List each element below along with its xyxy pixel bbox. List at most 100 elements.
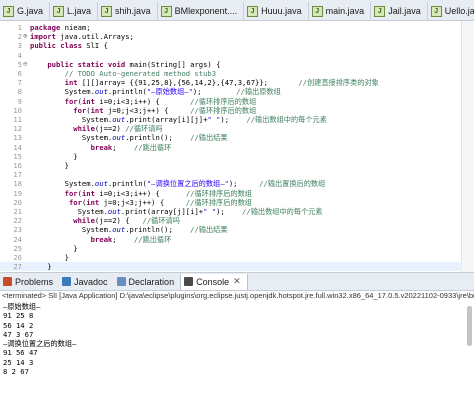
code-text: break; //跳出循环: [30, 143, 172, 152]
code-line[interactable]: 3 public class SlI {: [0, 41, 462, 50]
code-token: .println();: [125, 225, 191, 235]
java-file-icon: J: [53, 5, 65, 17]
code-token: out: [94, 87, 108, 97]
code-token: //循环排序后的数组: [185, 188, 252, 198]
editor-tab[interactable]: Jshih.java: [98, 2, 158, 20]
editor-tab[interactable]: J Jail.java: [371, 2, 428, 20]
close-icon[interactable]: ✕: [233, 276, 241, 287]
editor-tab[interactable]: J L.java: [50, 2, 99, 20]
view-tab[interactable]: Console ✕: [180, 273, 248, 290]
code-line[interactable]: 14 break; //跳出循环: [0, 143, 462, 152]
line-number: 26: [13, 253, 22, 262]
code-token: //输出结果: [190, 225, 228, 235]
editor-tab[interactable]: J G.java: [0, 2, 51, 20]
code-token: int: [90, 105, 104, 115]
code-text: System.out.println("—原始数组—"); //输出原数组: [30, 87, 281, 96]
code-text: System.out.println(); //输出结果: [30, 133, 228, 142]
console-scrollbar[interactable]: [467, 306, 472, 346]
code-text: while(j==2) //循环请吗: [30, 124, 163, 134]
code-line[interactable]: 25 }: [0, 244, 462, 253]
view-tab[interactable]: Problems: [0, 274, 59, 290]
code-token: //循环请吗: [125, 124, 163, 134]
console-icon: [184, 277, 194, 286]
line-number: 18: [13, 179, 22, 189]
editor-tab-label: Huuu.java: [261, 6, 302, 16]
view-tab-label: Console: [196, 276, 230, 287]
code-line[interactable]: 24 break; //跳出循环: [0, 235, 462, 244]
code-token: [][]array= {{91,25,8},{56,14,2},{47,3,67…: [77, 78, 299, 88]
code-text: for(int j=0;j<3;j++) { //循环排序后的数组: [30, 198, 252, 207]
code-line[interactable]: 10 for(int j=0;j<3;j++) { //循环排序后的数组: [0, 106, 462, 115]
line-number: 13: [13, 133, 22, 143]
code-token: break: [90, 234, 113, 244]
code-token: while: [73, 216, 95, 226]
code-token: j=0;j<3;j++) {: [99, 197, 186, 207]
code-token: java.util.Arrays;: [55, 32, 134, 42]
code-line[interactable]: 2 ⊕ import java.util.Arrays;: [0, 32, 462, 41]
code-line[interactable]: 23 System.out.println(); //输出结果: [0, 225, 462, 234]
code-line[interactable]: 20 for(int j=0;j<3;j++) { //循环排序后的数组: [0, 198, 462, 207]
code-token: (j==2): [94, 124, 126, 134]
code-token: for: [73, 105, 87, 115]
code-line[interactable]: 5 ⊖ public static void main(String[] args…: [0, 60, 462, 69]
code-line[interactable]: 11 System.out.print(array[i][j]+" "); //…: [0, 115, 462, 124]
code-line[interactable]: 22 while(j==2) { //循环请吗: [0, 216, 462, 225]
code-token: .println();: [125, 133, 191, 143]
line-number: 11: [13, 115, 22, 124]
code-line[interactable]: 4: [0, 51, 462, 60]
code-token: out: [112, 115, 126, 124]
code-editor[interactable]: 1 package nieam; 2 ⊕ import java.util.Arrays…: [0, 21, 474, 272]
editor-tab[interactable]: JUello.java: [428, 2, 474, 20]
editor-tab[interactable]: J BMlexponent....: [158, 2, 245, 20]
code-line[interactable]: 15 }: [0, 152, 462, 161]
code-token: " ": [203, 207, 217, 216]
editor-tab-label: Uello.java: [444, 6, 474, 16]
code-line[interactable]: 18 System.out.println("—调换位置之后的数组—"); //…: [0, 179, 462, 188]
code-token: (j==2) {: [94, 216, 143, 226]
code-token: for: [68, 197, 82, 207]
code-token: }: [30, 161, 69, 170]
console-line: 8 2 67: [3, 367, 29, 377]
editor-tab[interactable]: J Huuu.java: [244, 2, 309, 20]
code-line[interactable]: 7 int [][]array= {{91,25,8},{56,14,2},{4…: [0, 78, 462, 87]
code-line[interactable]: 13 System.out.println(); //输出结果: [0, 133, 462, 142]
code-token: //循环排序后的数组: [190, 105, 257, 115]
code-line[interactable]: 6 // TODO Auto-generated method stub3: [0, 69, 462, 78]
code-token: System.: [30, 225, 113, 235]
code-token: System.: [30, 133, 113, 143]
editor-tab-label: Jail.java: [388, 6, 421, 16]
line-number: 1: [17, 23, 22, 32]
console-line: —原始数组—: [3, 302, 41, 311]
view-tab[interactable]: Javadoc: [59, 274, 114, 290]
line-number: 7: [17, 78, 22, 88]
code-line[interactable]: 8 System.out.println("—原始数组—"); //输出原数组: [0, 87, 462, 96]
code-line[interactable]: 19 for(int i=0;i<3;i++) { //循环排序后的数组: [0, 189, 462, 198]
java-file-icon: J: [101, 5, 113, 17]
code-line[interactable]: 21 System.out.print(array[j][i]+" "); //…: [0, 207, 462, 216]
code-text: }: [30, 262, 51, 271]
code-text: public class SlI {: [30, 41, 108, 50]
code-line[interactable]: 16 }: [0, 161, 462, 170]
overview-ruler[interactable]: [461, 21, 474, 272]
code-token: //循环排序后的数组: [185, 197, 252, 207]
code-line[interactable]: 1 package nieam;: [0, 23, 462, 32]
view-tab[interactable]: Declaration: [114, 274, 181, 290]
code-line[interactable]: 9 for(int i=0;i<3;i++) { //循环排序后的数组: [0, 97, 462, 106]
code-line[interactable]: 26 }: [0, 253, 462, 262]
code-token: j=0;j<3;j++) {: [103, 105, 191, 115]
console-output[interactable]: —原始数组— 91 25 8 56 14 2 47 3 67 —调换位置之后的数组— 91…: [0, 302, 474, 400]
line-number: 20: [13, 197, 22, 207]
fold-toggle-icon[interactable]: ⊖: [23, 60, 29, 69]
code-token: System.: [30, 207, 108, 216]
code-line[interactable]: 27 }: [0, 262, 462, 272]
code-line[interactable]: 12 while(j==2) //循环请吗: [0, 124, 462, 133]
code-text: System.out.print(array[i][j]+" "); //输出数…: [30, 115, 327, 124]
fold-toggle-icon[interactable]: ⊕: [23, 32, 29, 41]
editor-tab[interactable]: Jmain.java: [309, 2, 372, 20]
code-token: "—调换位置之后的数组—": [146, 179, 229, 189]
line-number: 17: [13, 170, 22, 180]
code-line[interactable]: 17: [0, 170, 462, 179]
